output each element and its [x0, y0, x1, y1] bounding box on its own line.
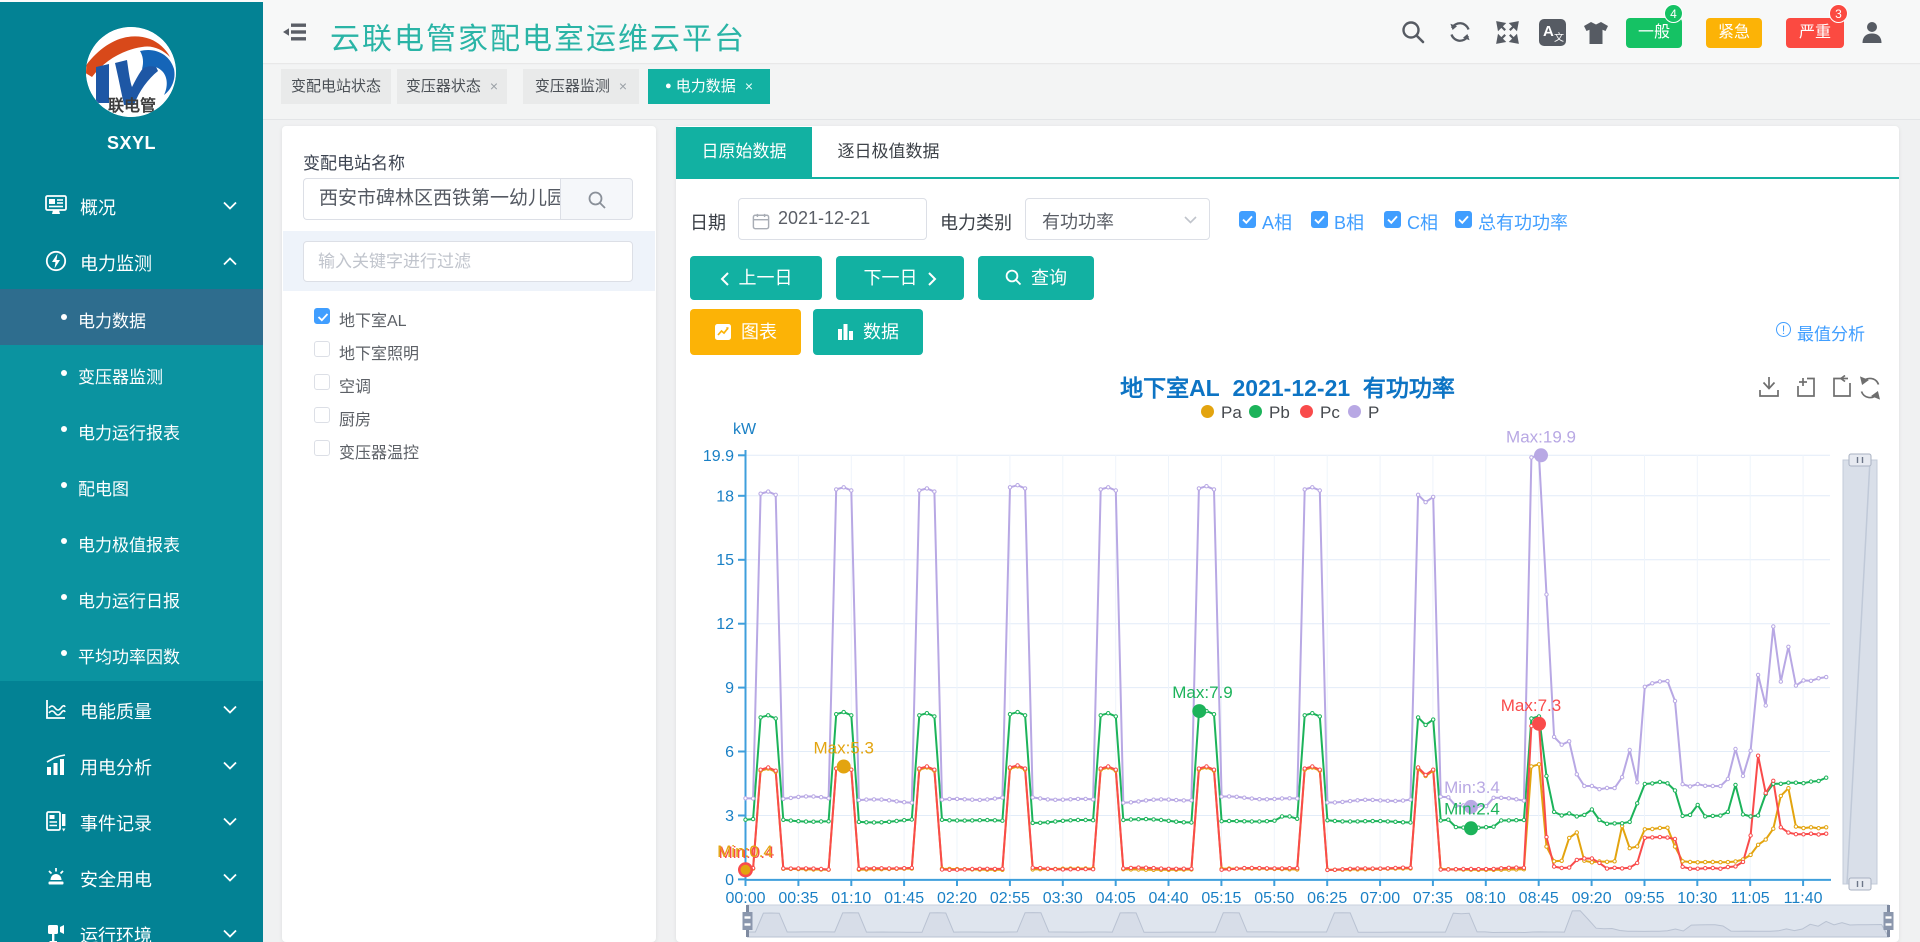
svg-text:04:40: 04:40	[1148, 890, 1188, 907]
svg-text:07:00: 07:00	[1360, 890, 1400, 907]
svg-text:Max:19.9: Max:19.9	[1506, 427, 1576, 446]
svg-text:07:35: 07:35	[1413, 890, 1453, 907]
svg-text:01:10: 01:10	[831, 890, 871, 907]
svg-text:Max:7.3: Max:7.3	[1501, 696, 1561, 715]
svg-text:03:30: 03:30	[1043, 890, 1083, 907]
svg-text:09:20: 09:20	[1572, 890, 1612, 907]
svg-text:Min:3.4: Min:3.4	[1444, 778, 1500, 797]
svg-text:15: 15	[716, 552, 734, 569]
svg-text:Max:7.9: Max:7.9	[1172, 683, 1232, 702]
svg-text:09:55: 09:55	[1624, 890, 1664, 907]
svg-text:12: 12	[716, 616, 734, 633]
svg-text:kW: kW	[733, 421, 757, 438]
svg-text:18: 18	[716, 488, 734, 505]
svg-text:11:40: 11:40	[1784, 890, 1823, 907]
svg-text:11:05: 11:05	[1731, 890, 1770, 907]
svg-text:10:30: 10:30	[1677, 890, 1717, 907]
svg-text:00:35: 00:35	[778, 890, 818, 907]
svg-text:02:20: 02:20	[937, 890, 977, 907]
svg-text:6: 6	[725, 744, 734, 761]
svg-text:06:25: 06:25	[1307, 890, 1347, 907]
svg-text:Max:5.3: Max:5.3	[813, 739, 873, 758]
svg-text:9: 9	[725, 680, 734, 697]
svg-text:19.9: 19.9	[703, 448, 734, 465]
svg-text:05:15: 05:15	[1201, 890, 1241, 907]
svg-text:Min:2.4: Min:2.4	[1444, 799, 1500, 818]
svg-text:08:10: 08:10	[1466, 890, 1506, 907]
svg-text:05:50: 05:50	[1254, 890, 1294, 907]
svg-text:联电管: 联电管	[108, 96, 156, 115]
svg-text:Min:0.4: Min:0.4	[717, 842, 773, 861]
svg-text:00:00: 00:00	[725, 890, 765, 907]
svg-text:3: 3	[725, 808, 734, 825]
svg-text:08:45: 08:45	[1519, 890, 1559, 907]
svg-text:0: 0	[725, 872, 734, 889]
svg-text:01:45: 01:45	[884, 890, 924, 907]
svg-text:02:55: 02:55	[990, 890, 1030, 907]
svg-text:04:05: 04:05	[1096, 890, 1136, 907]
